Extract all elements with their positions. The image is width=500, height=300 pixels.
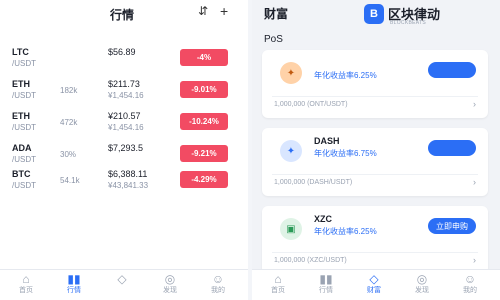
card-divider (272, 174, 478, 175)
nav-market[interactable]: ▮▮ 行情 (54, 272, 94, 296)
card-footer: 1,000,000 (ONT/USDT) (274, 101, 348, 108)
market-header: 行情 ⇵ + (0, 0, 248, 28)
change-badge[interactable]: -4.29% (180, 171, 228, 188)
chevron-right-icon[interactable]: › (473, 99, 476, 109)
nav-label: 财富 (367, 287, 381, 294)
row-volume: 30% (60, 150, 77, 159)
market-row-btc[interactable]: BTC /USDT 54.1k $6,388.11 ¥43,841.33 -4.… (0, 166, 248, 196)
nav-label: 发现 (415, 287, 429, 294)
logo-mark: B (364, 4, 384, 24)
market-row-ltc[interactable]: LTC /USDT $56.89 -4% (0, 44, 248, 74)
change-badge[interactable]: -9.21% (180, 145, 228, 162)
nav-label: 行情 (319, 287, 333, 294)
nav-discover[interactable]: ◎ 发现 (150, 272, 190, 296)
row-volume: 182k (60, 86, 78, 95)
nav-label: 发现 (163, 287, 177, 294)
market-row-eth-2[interactable]: ETH /USDT 472k ¥210.57 ¥1,454.16 -10.24% (0, 108, 248, 138)
card-coin-name: DASH (314, 136, 340, 146)
staking-card-2[interactable]: ✦ DASH 年化收益率6.75% 1,000,000 (DASH/USDT) … (262, 128, 488, 196)
home-icon: ⌂ (274, 272, 282, 286)
nav-label: 首页 (271, 287, 285, 294)
bottom-nav: ⌂ 首页 ▮▮ 行情 ◇ ◎ 发现 ☺ 我的 (0, 269, 248, 300)
card-apy: 年化收益率6.75% (314, 149, 377, 158)
row-symbol: BTC (12, 169, 31, 179)
market-panel: 行情 ⇵ + LTC /USDT $56.89 -4% ETH /USDT 18… (0, 0, 248, 300)
row-price: $56.89 (108, 47, 136, 57)
card-apy: 年化收益率6.25% (314, 71, 377, 80)
nav-wealth[interactable]: ◇ 财富 (354, 272, 394, 296)
nav-profile[interactable]: ☺ 我的 (198, 272, 238, 296)
user-icon: ☺ (211, 272, 225, 286)
coin-icon: ✦ (280, 62, 302, 84)
user-icon: ☺ (463, 272, 477, 286)
row-symbol: ETH (12, 111, 30, 121)
bottom-nav: ⌂ 首页 ▮▮ 行情 ◇ 财富 ◎ 发现 ☺ 我的 (252, 269, 500, 300)
nav-profile[interactable]: ☺ 我的 (450, 272, 490, 296)
chevron-right-icon[interactable]: › (473, 255, 476, 265)
coin-icon: ▣ (280, 218, 302, 240)
nav-label: 首页 (19, 287, 33, 294)
row-price: $7,293.5 (108, 143, 144, 153)
staking-card-3[interactable]: ▣ XZC 年化收益率6.25% 立即申购 1,000,000 (XZC/USD… (262, 206, 488, 274)
change-badge[interactable]: -10.24% (180, 113, 228, 130)
change-badge[interactable]: -4% (180, 49, 228, 66)
row-price-cny: ¥43,841.33 (108, 181, 149, 190)
section-label: PoS (264, 34, 283, 45)
row-price: $211.73 (108, 79, 140, 89)
subscribe-button[interactable]: 立即申购 (428, 218, 476, 234)
row-pair: /USDT (12, 123, 36, 132)
row-volume: 472k (60, 118, 78, 127)
card-footer: 1,000,000 (XZC/USDT) (274, 257, 347, 264)
row-symbol: ETH (12, 79, 30, 89)
staking-card-1[interactable]: ✦ 年化收益率6.25% 1,000,000 (ONT/USDT) › (262, 50, 488, 118)
wealth-panel: 财富 B 区块律动 BLOCKBEATS PoS ✦ 年化收益率6.25% 1,… (252, 0, 500, 300)
chart-icon: ▮▮ (319, 272, 333, 286)
row-pair: /USDT (12, 181, 36, 190)
row-pair: /USDT (12, 59, 36, 68)
nav-wealth[interactable]: ◇ (102, 272, 142, 286)
nav-label: 我的 (211, 287, 225, 294)
row-price: ¥210.57 (108, 111, 141, 121)
diamond-icon: ◇ (369, 272, 379, 286)
subscribe-button[interactable] (428, 62, 476, 78)
card-coin-name: XZC (314, 214, 332, 224)
nav-label: 我的 (463, 287, 477, 294)
nav-discover[interactable]: ◎ 发现 (402, 272, 442, 296)
row-volume: 54.1k (60, 176, 80, 185)
row-price-cny: ¥1,454.16 (108, 91, 144, 100)
row-price-cny: ¥1,454.16 (108, 123, 144, 132)
card-apy: 年化收益率6.25% (314, 227, 377, 236)
card-footer: 1,000,000 (DASH/USDT) (274, 179, 353, 186)
card-divider (272, 96, 478, 97)
card-divider (272, 252, 478, 253)
filter-icon[interactable]: ⇵ (198, 4, 208, 18)
nav-home[interactable]: ⌂ 首页 (6, 272, 46, 296)
page-title: 行情 (110, 8, 135, 22)
compass-icon: ◎ (164, 272, 176, 286)
compass-icon: ◎ (416, 272, 428, 286)
change-badge[interactable]: -9.01% (180, 81, 228, 98)
nav-home[interactable]: ⌂ 首页 (258, 272, 298, 296)
row-pair: /USDT (12, 155, 36, 164)
chart-icon: ▮▮ (67, 272, 81, 286)
row-symbol: LTC (12, 47, 29, 57)
nav-market[interactable]: ▮▮ 行情 (306, 272, 346, 296)
row-pair: /USDT (12, 91, 36, 100)
nav-label: 行情 (67, 287, 81, 294)
page-title: 财富 (264, 7, 289, 21)
diamond-icon: ◇ (117, 272, 127, 286)
chevron-right-icon[interactable]: › (473, 177, 476, 187)
row-price: $6,388.11 (108, 169, 148, 179)
row-symbol: ADA (12, 143, 32, 153)
logo-subtitle: BLOCKBEATS (390, 20, 426, 26)
subscribe-button[interactable] (428, 140, 476, 156)
coin-icon: ✦ (280, 140, 302, 162)
market-row-eth[interactable]: ETH /USDT 182k $211.73 ¥1,454.16 -9.01% (0, 76, 248, 106)
add-icon[interactable]: + (220, 3, 228, 19)
home-icon: ⌂ (22, 272, 30, 286)
